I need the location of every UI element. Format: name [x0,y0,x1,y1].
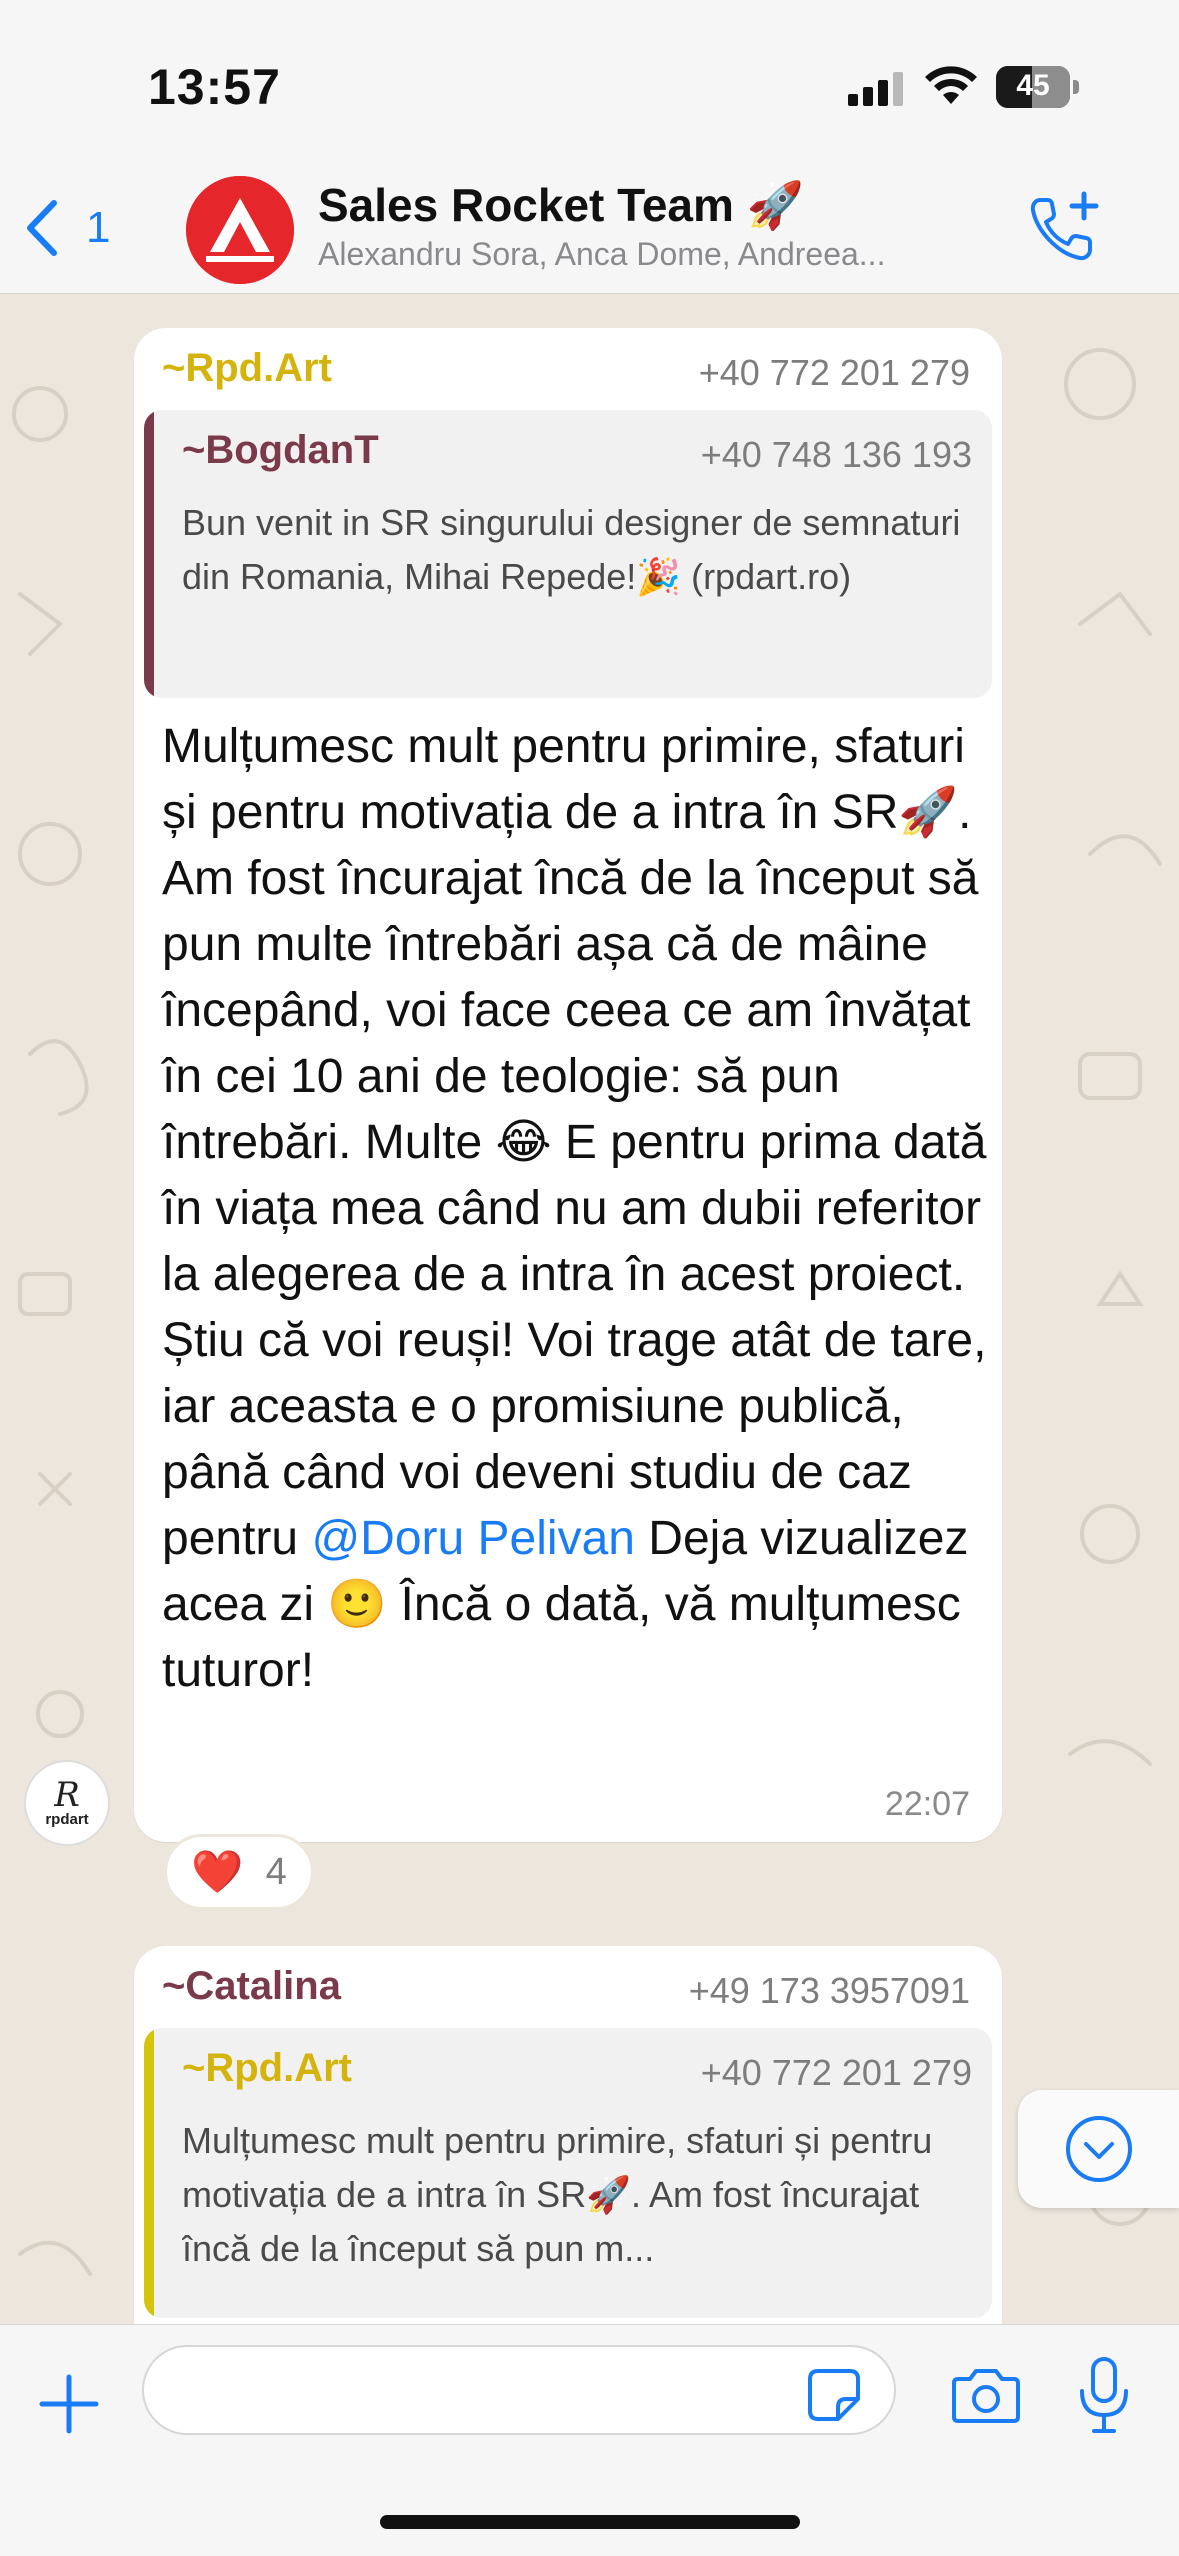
quoted-phone: +40 772 201 279 [700,2052,972,2093]
add-call-icon[interactable] [1026,190,1102,266]
sender-avatar[interactable]: R rpdart [24,1760,110,1846]
group-logo-icon [186,176,294,284]
chevron-left-icon [27,200,57,256]
mention-link[interactable]: @Doru Pelivan [311,1512,635,1565]
sender-name[interactable]: ~Rpd.Art [162,346,332,391]
signature-logo-icon: R [54,1775,80,1815]
message-bubble[interactable]: ~Catalina +49 173 3957091 ~Rpd.Art +40 7… [134,1946,1002,2346]
home-indicator[interactable] [380,2515,800,2529]
message-input[interactable] [142,2345,896,2435]
sticker-icon[interactable] [806,2367,862,2423]
quoted-phone: +40 748 136 193 [700,434,972,475]
composer-bar [0,2324,1179,2556]
camera-icon[interactable] [950,2365,1022,2425]
scroll-to-bottom-button[interactable] [1018,2090,1179,2208]
microphone-icon[interactable] [1076,2355,1132,2435]
battery-icon: 45 [996,66,1079,108]
avatar-label: rpdart [45,1811,89,1828]
quoted-message[interactable]: ~BogdanT +40 748 136 193 Bun venit in SR… [144,410,992,698]
message-bubble[interactable]: ~Rpd.Art +40 772 201 279 ~BogdanT +40 74… [134,328,1002,1842]
quoted-text: Bun venit in SR singurului designer de s… [182,502,961,597]
sender-phone: +49 173 3957091 [688,1970,970,2011]
back-button[interactable]: 1 [22,196,110,260]
group-name[interactable]: Sales Rocket Team 🚀 [318,178,804,233]
quoted-sender: ~Rpd.Art [182,2046,352,2090]
heart-icon: ❤️ [191,1847,244,1895]
group-members[interactable]: Alexandru Sora, Anca Dome, Andreea... [318,236,998,273]
quoted-message[interactable]: ~Rpd.Art +40 772 201 279 Mulțumesc mult … [144,2028,992,2318]
message-time: 22:07 [884,1785,970,1823]
status-bar: 13:57 45 [0,0,1179,160]
message-text: Mulțumesc mult pentru primire, sfaturi ș… [162,720,987,1697]
unread-count: 1 [86,203,111,252]
wifi-icon [925,66,977,104]
chevron-down-circle-icon [1065,2116,1132,2182]
reaction-count: 4 [265,1850,287,1893]
quoted-text: Mulțumesc mult pentru primire, sfaturi ș… [182,2120,933,2269]
battery-level: 45 [1016,69,1050,102]
status-time: 13:57 [148,59,281,115]
group-avatar[interactable] [186,176,294,284]
chat-header: 1 Sales Rocket Team 🚀 Alexandru Sora, An… [0,160,1179,294]
cellular-signal-icon [848,72,903,106]
quoted-sender: ~BogdanT [182,428,379,472]
reaction-badge[interactable]: ❤️ 4 [164,1834,314,1910]
plus-icon[interactable] [36,2371,102,2437]
sender-phone: +40 772 201 279 [698,352,970,393]
sender-name[interactable]: ~Catalina [162,1964,341,2009]
